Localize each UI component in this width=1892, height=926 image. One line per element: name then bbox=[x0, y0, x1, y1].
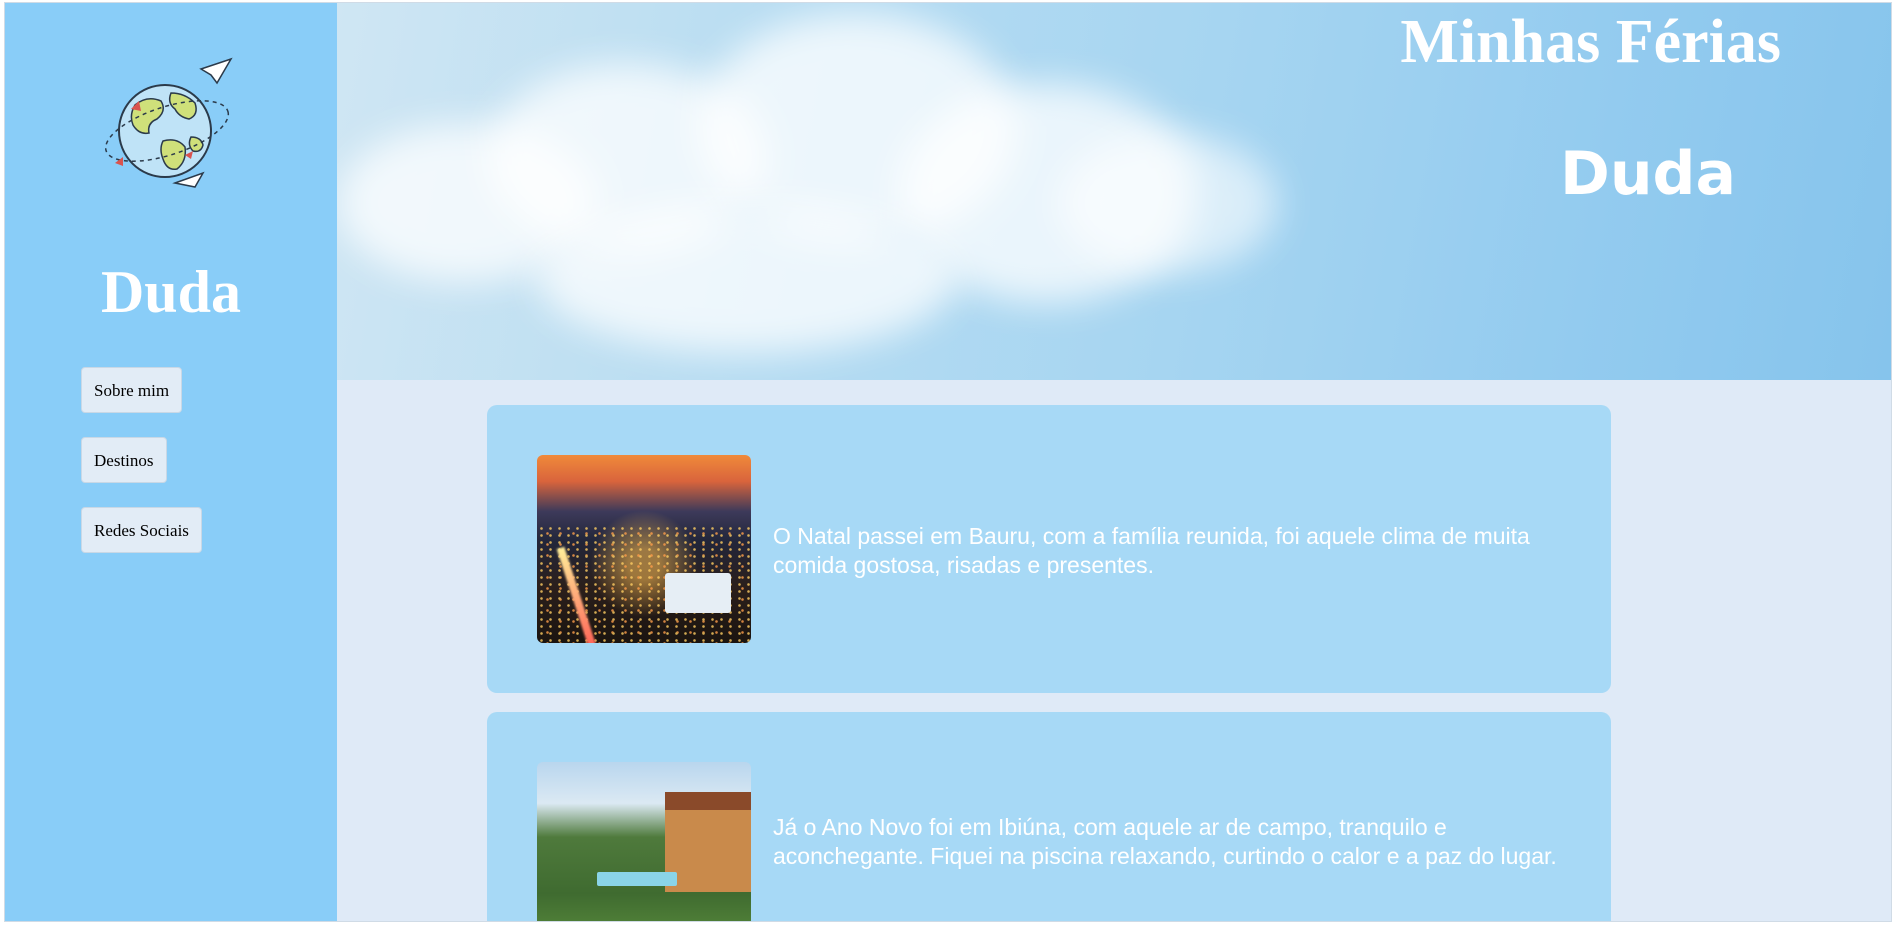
nav-sobre-mim-button[interactable]: Sobre mim bbox=[81, 367, 183, 413]
page-title: Minhas Férias bbox=[1400, 8, 1781, 76]
sidebar-title: Duda bbox=[100, 259, 242, 325]
pool-water bbox=[597, 872, 677, 886]
nav-destinos-button[interactable]: Destinos bbox=[81, 437, 167, 483]
post-text: Já o Ano Novo foi em Ibiúna, com aquele … bbox=[773, 814, 1557, 869]
cloud bbox=[1057, 133, 1277, 273]
post-card: O Natal passei em Bauru, com a família r… bbox=[487, 405, 1611, 693]
city-building bbox=[665, 573, 731, 613]
banner-subtitle: Duda bbox=[1560, 139, 1736, 209]
sidebar-nav: Sobre mim Destinos Redes Sociais bbox=[81, 367, 202, 577]
cloud bbox=[537, 203, 957, 353]
page-frame: Duda Sobre mim Destinos Redes Sociais Mi… bbox=[4, 2, 1892, 922]
globe-with-paper-planes-icon bbox=[105, 57, 233, 188]
post-image-city bbox=[537, 455, 751, 643]
post-text: O Natal passei em Bauru, com a família r… bbox=[773, 523, 1530, 578]
sky-banner: Minhas Férias Duda bbox=[337, 3, 1891, 380]
sidebar: Duda Sobre mim Destinos Redes Sociais bbox=[5, 3, 337, 921]
post-image-pool bbox=[537, 762, 751, 921]
pool-house bbox=[665, 792, 751, 892]
nav-redes-sociais-button[interactable]: Redes Sociais bbox=[81, 507, 202, 553]
post-card: Já o Ano Novo foi em Ibiúna, com aquele … bbox=[487, 712, 1611, 921]
